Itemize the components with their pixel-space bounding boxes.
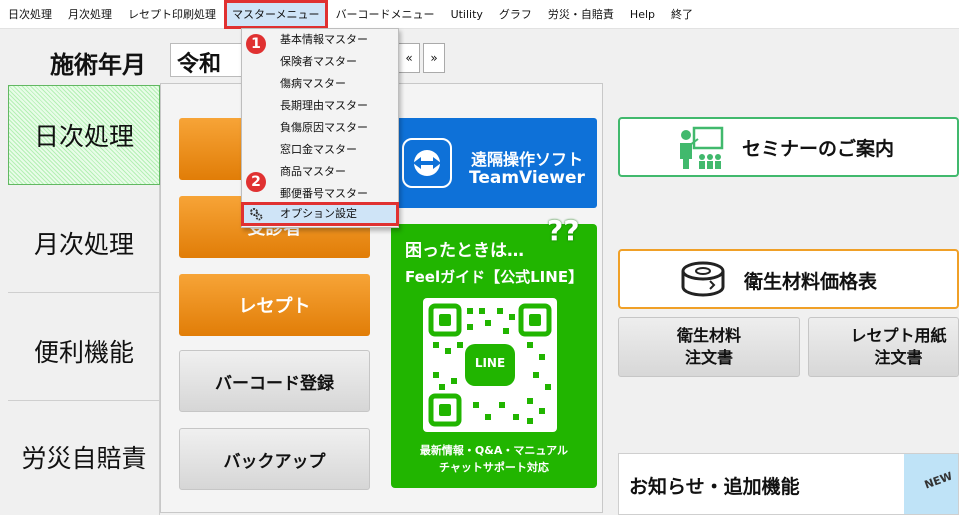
dropdown-item-injury[interactable]: 傷病マスター [242, 73, 398, 95]
option-settings-label: オプション設定 [280, 207, 357, 220]
notice-label: お知らせ・追加機能 [629, 476, 800, 498]
seminar-presenter-icon [680, 126, 724, 169]
dropdown-item-counter-fee[interactable]: 窓口金マスター [242, 139, 398, 161]
menu-rousai[interactable]: 労災・自賠責 [540, 0, 622, 29]
receipt-button[interactable]: レセプト [179, 274, 370, 336]
seminar-button[interactable]: セミナーのご案内 [618, 117, 959, 177]
receipt-paper-order-button[interactable]: レセプト用紙 注文書 [808, 317, 959, 377]
hygiene-order-button[interactable]: 衛生材料 注文書 [618, 317, 800, 377]
line-qr-code: LINE [423, 298, 557, 432]
line-banner-footer2: チャットサポート対応 [439, 461, 549, 474]
receipt-paper-order-line2: 注文書 [874, 348, 923, 367]
dropdown-item-option-settings[interactable]: オプション設定 [241, 202, 399, 226]
menu-master[interactable]: マスターメニュー [224, 0, 328, 29]
hygiene-order-line1: 衛生材料 [676, 326, 741, 345]
menu-utility[interactable]: Utility [443, 0, 491, 29]
sidebar: 日次処理 月次処理 便利機能 労災自賠責 [8, 85, 160, 515]
line-banner-title: 困ったときは… [405, 241, 524, 261]
hygiene-price-button[interactable]: 衛生材料価格表 [618, 249, 959, 309]
teamviewer-icon [402, 138, 452, 188]
barcode-register-button[interactable]: バーコード登録 [179, 350, 370, 412]
menu-graph[interactable]: グラフ [491, 0, 540, 29]
main-page: 施術年月 令和 « » 日次処理 月次処理 便利機能 労災自賠責 窓口 受診者 … [0, 29, 959, 515]
next-month-button[interactable]: » [423, 43, 445, 73]
teamviewer-line1: 遠隔操作ソフト [471, 150, 584, 169]
menu-exit[interactable]: 終了 [663, 0, 701, 29]
line-banner-footer1: 最新情報・Q&A・マニュアル [419, 444, 569, 457]
dropdown-item-insurer[interactable]: 保険者マスター [242, 51, 398, 73]
receipt-paper-order-line1: レセプト用紙 [850, 326, 947, 345]
sidebar-item-rousai[interactable]: 労災自賠責 [8, 407, 160, 507]
line-banner-subtitle: Feelガイド【公式LINE】 [405, 268, 584, 286]
sidebar-item-monthly[interactable]: 月次処理 [8, 193, 160, 293]
step-badge-2: 2 [246, 172, 266, 192]
line-logo-text: LINE [474, 356, 506, 370]
question-mark-icon: ?? [547, 214, 580, 247]
master-menu-dropdown: 基本情報マスター 保険者マスター 傷病マスター 長期理由マスター 負傷原因マスタ… [241, 28, 399, 228]
dropdown-item-long-term-reason[interactable]: 長期理由マスター [242, 95, 398, 117]
hygiene-order-line2: 注文書 [684, 348, 733, 367]
new-badge-label: NEW [922, 469, 955, 492]
step-badge-1: 1 [246, 34, 266, 54]
era-label: 施術年月 [50, 51, 146, 79]
menu-help[interactable]: Help [622, 0, 663, 29]
gear-icon [250, 208, 263, 221]
dropdown-item-postal-code[interactable]: 郵便番号マスター [242, 183, 398, 205]
backup-button[interactable]: バックアップ [179, 428, 370, 490]
sidebar-item-utility[interactable]: 便利機能 [8, 301, 160, 401]
new-badge: NEW [904, 454, 958, 514]
menu-receipt-print[interactable]: レセプト印刷処理 [120, 0, 224, 29]
teamviewer-line2: TeamViewer [469, 168, 585, 188]
seminar-label: セミナーのご案内 [742, 138, 895, 160]
sidebar-item-daily[interactable]: 日次処理 [8, 85, 160, 185]
menu-barcode[interactable]: バーコードメニュー [328, 0, 443, 29]
line-banner[interactable]: ?? 困ったときは… Feelガイド【公式LINE】 LINE 最新情報・Q&A… [391, 214, 597, 488]
menu-monthly[interactable]: 月次処理 [60, 0, 120, 29]
dropdown-item-injury-cause[interactable]: 負傷原因マスター [242, 117, 398, 139]
teamviewer-banner[interactable]: 遠隔操作ソフト TeamViewer [391, 118, 597, 208]
tape-roll-icon [681, 261, 725, 297]
menu-bar: 日次処理 月次処理 レセプト印刷処理 マスターメニュー バーコードメニュー Ut… [0, 0, 959, 29]
menu-daily[interactable]: 日次処理 [0, 0, 60, 29]
prev-month-button[interactable]: « [398, 43, 420, 73]
hygiene-price-label: 衛生材料価格表 [744, 271, 878, 293]
notice-banner[interactable]: お知らせ・追加機能 NEW [618, 453, 959, 515]
